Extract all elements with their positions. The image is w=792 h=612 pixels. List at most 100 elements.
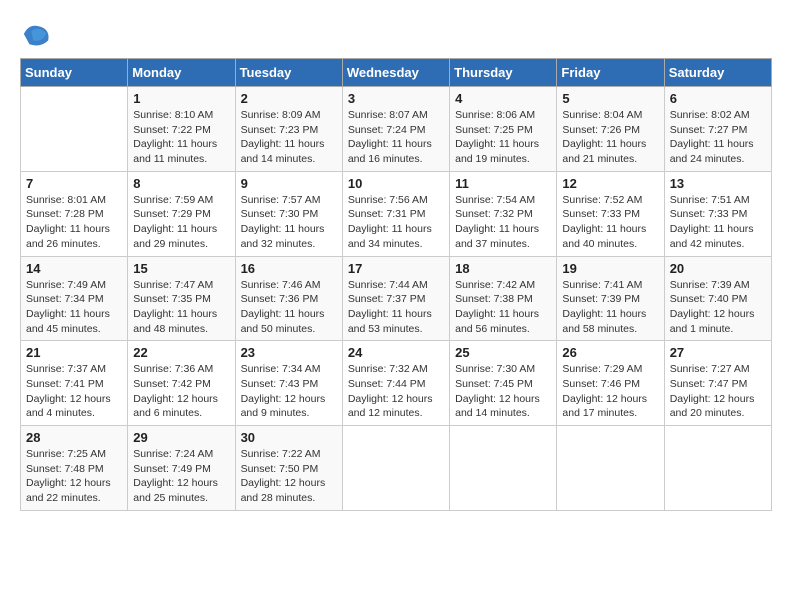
day-number: 3 [348, 91, 444, 106]
day-number: 22 [133, 345, 229, 360]
day-number: 19 [562, 261, 658, 276]
day-number: 4 [455, 91, 551, 106]
day-info: Sunrise: 7:52 AM Sunset: 7:33 PM Dayligh… [562, 193, 658, 252]
day-info: Sunrise: 8:07 AM Sunset: 7:24 PM Dayligh… [348, 108, 444, 167]
day-number: 8 [133, 176, 229, 191]
day-number: 24 [348, 345, 444, 360]
day-cell: 25 Sunrise: 7:30 AM Sunset: 7:45 PM Dayli… [450, 341, 557, 426]
day-number: 1 [133, 91, 229, 106]
header-cell-monday: Monday [128, 59, 235, 87]
day-number: 25 [455, 345, 551, 360]
day-number: 12 [562, 176, 658, 191]
day-info: Sunrise: 7:41 AM Sunset: 7:39 PM Dayligh… [562, 278, 658, 337]
day-info: Sunrise: 7:36 AM Sunset: 7:42 PM Dayligh… [133, 362, 229, 421]
day-info: Sunrise: 7:27 AM Sunset: 7:47 PM Dayligh… [670, 362, 766, 421]
day-cell: 9 Sunrise: 7:57 AM Sunset: 7:30 PM Daylig… [235, 171, 342, 256]
day-cell: 13 Sunrise: 7:51 AM Sunset: 7:33 PM Dayli… [664, 171, 771, 256]
day-cell: 24 Sunrise: 7:32 AM Sunset: 7:44 PM Dayli… [342, 341, 449, 426]
day-cell: 14 Sunrise: 7:49 AM Sunset: 7:34 PM Dayli… [21, 256, 128, 341]
header-cell-saturday: Saturday [664, 59, 771, 87]
day-info: Sunrise: 7:46 AM Sunset: 7:36 PM Dayligh… [241, 278, 337, 337]
day-number: 16 [241, 261, 337, 276]
day-info: Sunrise: 7:34 AM Sunset: 7:43 PM Dayligh… [241, 362, 337, 421]
calendar-header: SundayMondayTuesdayWednesdayThursdayFrid… [21, 59, 772, 87]
day-cell: 11 Sunrise: 7:54 AM Sunset: 7:32 PM Dayli… [450, 171, 557, 256]
day-cell: 29 Sunrise: 7:24 AM Sunset: 7:49 PM Dayli… [128, 426, 235, 511]
day-number: 10 [348, 176, 444, 191]
day-cell [664, 426, 771, 511]
day-info: Sunrise: 7:44 AM Sunset: 7:37 PM Dayligh… [348, 278, 444, 337]
week-row-3: 14 Sunrise: 7:49 AM Sunset: 7:34 PM Dayli… [21, 256, 772, 341]
day-info: Sunrise: 8:01 AM Sunset: 7:28 PM Dayligh… [26, 193, 122, 252]
day-number: 14 [26, 261, 122, 276]
day-info: Sunrise: 7:39 AM Sunset: 7:40 PM Dayligh… [670, 278, 766, 337]
day-number: 28 [26, 430, 122, 445]
day-info: Sunrise: 7:51 AM Sunset: 7:33 PM Dayligh… [670, 193, 766, 252]
calendar-body: 1 Sunrise: 8:10 AM Sunset: 7:22 PM Daylig… [21, 87, 772, 511]
day-number: 29 [133, 430, 229, 445]
day-number: 7 [26, 176, 122, 191]
day-cell: 30 Sunrise: 7:22 AM Sunset: 7:50 PM Dayli… [235, 426, 342, 511]
day-cell: 19 Sunrise: 7:41 AM Sunset: 7:39 PM Dayli… [557, 256, 664, 341]
header-row: SundayMondayTuesdayWednesdayThursdayFrid… [21, 59, 772, 87]
day-info: Sunrise: 8:06 AM Sunset: 7:25 PM Dayligh… [455, 108, 551, 167]
day-cell: 16 Sunrise: 7:46 AM Sunset: 7:36 PM Dayli… [235, 256, 342, 341]
day-cell [21, 87, 128, 172]
day-number: 6 [670, 91, 766, 106]
day-info: Sunrise: 7:24 AM Sunset: 7:49 PM Dayligh… [133, 447, 229, 506]
week-row-4: 21 Sunrise: 7:37 AM Sunset: 7:41 PM Dayli… [21, 341, 772, 426]
day-info: Sunrise: 7:37 AM Sunset: 7:41 PM Dayligh… [26, 362, 122, 421]
day-cell [342, 426, 449, 511]
day-cell: 6Sunrise: 8:02 AM Sunset: 7:27 PM Daylig… [664, 87, 771, 172]
day-number: 21 [26, 345, 122, 360]
day-cell: 27 Sunrise: 7:27 AM Sunset: 7:47 PM Dayli… [664, 341, 771, 426]
day-number: 18 [455, 261, 551, 276]
day-info: Sunrise: 7:42 AM Sunset: 7:38 PM Dayligh… [455, 278, 551, 337]
day-number: 20 [670, 261, 766, 276]
day-number: 11 [455, 176, 551, 191]
day-number: 26 [562, 345, 658, 360]
day-info: Sunrise: 7:30 AM Sunset: 7:45 PM Dayligh… [455, 362, 551, 421]
day-number: 30 [241, 430, 337, 445]
week-row-2: 7 Sunrise: 8:01 AM Sunset: 7:28 PM Daylig… [21, 171, 772, 256]
day-cell [450, 426, 557, 511]
day-cell: 26 Sunrise: 7:29 AM Sunset: 7:46 PM Dayli… [557, 341, 664, 426]
day-number: 27 [670, 345, 766, 360]
day-info: Sunrise: 7:59 AM Sunset: 7:29 PM Dayligh… [133, 193, 229, 252]
day-number: 13 [670, 176, 766, 191]
day-info: Sunrise: 7:32 AM Sunset: 7:44 PM Dayligh… [348, 362, 444, 421]
day-number: 9 [241, 176, 337, 191]
header-cell-tuesday: Tuesday [235, 59, 342, 87]
day-cell: 1 Sunrise: 8:10 AM Sunset: 7:22 PM Daylig… [128, 87, 235, 172]
day-info: Sunrise: 7:47 AM Sunset: 7:35 PM Dayligh… [133, 278, 229, 337]
day-info: Sunrise: 7:54 AM Sunset: 7:32 PM Dayligh… [455, 193, 551, 252]
logo-icon [22, 20, 50, 48]
week-row-5: 28 Sunrise: 7:25 AM Sunset: 7:48 PM Dayli… [21, 426, 772, 511]
day-cell: 21 Sunrise: 7:37 AM Sunset: 7:41 PM Dayli… [21, 341, 128, 426]
day-cell [557, 426, 664, 511]
calendar-table: SundayMondayTuesdayWednesdayThursdayFrid… [20, 58, 772, 511]
day-info: Sunrise: 8:10 AM Sunset: 7:22 PM Dayligh… [133, 108, 229, 167]
day-cell: 17Sunrise: 7:44 AM Sunset: 7:37 PM Dayli… [342, 256, 449, 341]
header-cell-friday: Friday [557, 59, 664, 87]
page-header [20, 20, 772, 48]
day-cell: 22 Sunrise: 7:36 AM Sunset: 7:42 PM Dayli… [128, 341, 235, 426]
day-info: Sunrise: 7:22 AM Sunset: 7:50 PM Dayligh… [241, 447, 337, 506]
day-number: 23 [241, 345, 337, 360]
day-info: Sunrise: 7:57 AM Sunset: 7:30 PM Dayligh… [241, 193, 337, 252]
day-cell: 15Sunrise: 7:47 AM Sunset: 7:35 PM Dayli… [128, 256, 235, 341]
day-cell: 23 Sunrise: 7:34 AM Sunset: 7:43 PM Dayli… [235, 341, 342, 426]
day-number: 5 [562, 91, 658, 106]
day-cell: 10Sunrise: 7:56 AM Sunset: 7:31 PM Dayli… [342, 171, 449, 256]
day-cell: 2Sunrise: 8:09 AM Sunset: 7:23 PM Daylig… [235, 87, 342, 172]
day-cell: 28 Sunrise: 7:25 AM Sunset: 7:48 PM Dayli… [21, 426, 128, 511]
day-info: Sunrise: 7:49 AM Sunset: 7:34 PM Dayligh… [26, 278, 122, 337]
day-info: Sunrise: 7:29 AM Sunset: 7:46 PM Dayligh… [562, 362, 658, 421]
day-cell: 20 Sunrise: 7:39 AM Sunset: 7:40 PM Dayli… [664, 256, 771, 341]
day-info: Sunrise: 7:25 AM Sunset: 7:48 PM Dayligh… [26, 447, 122, 506]
day-cell: 18 Sunrise: 7:42 AM Sunset: 7:38 PM Dayli… [450, 256, 557, 341]
week-row-1: 1 Sunrise: 8:10 AM Sunset: 7:22 PM Daylig… [21, 87, 772, 172]
day-cell: 7 Sunrise: 8:01 AM Sunset: 7:28 PM Daylig… [21, 171, 128, 256]
day-cell: 8 Sunrise: 7:59 AM Sunset: 7:29 PM Daylig… [128, 171, 235, 256]
header-cell-thursday: Thursday [450, 59, 557, 87]
